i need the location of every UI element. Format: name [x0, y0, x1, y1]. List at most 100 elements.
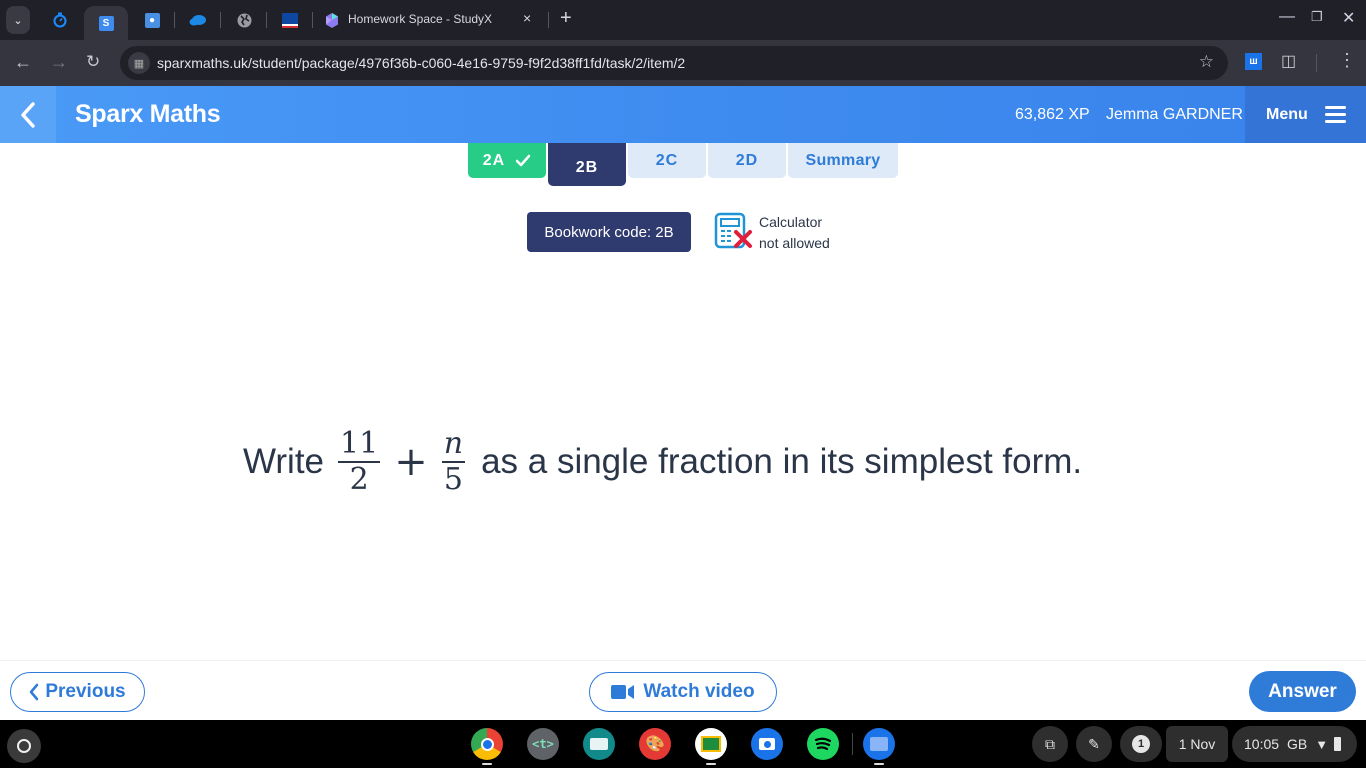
fraction-n-over-5: n 5: [441, 426, 466, 497]
launcher-circle-icon: [17, 739, 31, 753]
tab-sparx[interactable]: S: [84, 6, 128, 40]
close-window-icon[interactable]: ✕: [1342, 8, 1355, 28]
back-arrow-icon[interactable]: ←: [14, 52, 32, 73]
tab-2c[interactable]: 2C: [628, 143, 706, 178]
google-classroom-app-icon[interactable]: [695, 728, 727, 760]
calculator-label: Calculator: [759, 214, 823, 230]
question-footer: Previous Watch video Answer: [0, 660, 1366, 720]
close-tab-icon[interactable]: ×: [523, 10, 531, 26]
minimize-icon[interactable]: —: [1279, 8, 1295, 26]
address-bar[interactable]: ▦ sparxmaths.uk/student/package/4976f36b…: [120, 46, 1228, 80]
chevron-left-icon: [30, 683, 39, 701]
fraction-11-over-2: 11 2: [338, 427, 381, 497]
studyx-gem-icon: [326, 12, 338, 28]
files-app-icon[interactable]: [863, 728, 895, 760]
hamburger-icon: [1325, 106, 1346, 123]
tab-globe[interactable]: [232, 8, 256, 32]
tab-separator: [548, 12, 549, 28]
forward-arrow-icon[interactable]: →: [50, 52, 68, 73]
sparx-header: Sparx Maths 63,862 XP Jemma GARDNER Menu: [0, 86, 1366, 143]
extensions-puzzle-icon[interactable]: ◫: [1281, 51, 1296, 71]
tab-flag-site[interactable]: [278, 8, 302, 32]
sparx-s-icon: S: [98, 15, 114, 31]
video-camera-icon: [611, 685, 635, 699]
camera-app-icon[interactable]: [751, 728, 783, 760]
browser-tab-strip: ⌄ S ● Homework Space - StudyX × + — ❐ ✕: [0, 0, 1366, 40]
tab-2a[interactable]: 2A: [468, 143, 546, 178]
xp-count: 63,862 XP: [1015, 106, 1090, 123]
check-icon: [515, 154, 531, 167]
calculator-status: Calculator not allowed: [759, 212, 830, 254]
plus-operator: +: [394, 439, 428, 485]
bookmark-star-icon[interactable]: ☆: [1199, 52, 1214, 72]
bookwork-code-badge: Bookwork code: 2B: [527, 212, 691, 252]
date-text: 1 Nov: [1178, 736, 1216, 752]
toolbar-separator: [1316, 54, 1317, 72]
spotify-waves-icon: [814, 737, 832, 751]
tab-summary[interactable]: Summary: [788, 143, 898, 178]
new-tab-button[interactable]: +: [560, 7, 572, 30]
text-editor-app-icon[interactable]: <t>: [527, 728, 559, 760]
url-text[interactable]: sparxmaths.uk/student/package/4976f36b-c…: [157, 55, 685, 71]
previous-label: Previous: [45, 681, 126, 702]
running-indicator: [706, 763, 716, 765]
spotify-app-icon[interactable]: [807, 728, 839, 760]
stylus-tools-button[interactable]: ✎: [1076, 726, 1112, 762]
chevron-down-icon: ⌄: [13, 14, 23, 27]
calculator-status-text: not allowed: [759, 235, 830, 251]
menu-label: Menu: [1266, 106, 1308, 123]
watch-video-label: Watch video: [643, 681, 755, 702]
tab-separator: [174, 12, 175, 28]
system-tray-button[interactable]: 10:05 GB ▼: [1232, 726, 1357, 762]
holding-space-button[interactable]: ⧉: [1032, 726, 1068, 762]
os-shelf: <t> 🎨 ⧉ ✎ 1 1 Nov 10:05 GB ▼: [0, 720, 1366, 768]
previous-button[interactable]: Previous: [10, 672, 145, 712]
contact-icon: ●: [144, 12, 160, 28]
tab-2b[interactable]: 2B: [548, 143, 626, 186]
browser-toolbar: ← → ↻ ▦ sparxmaths.uk/student/package/49…: [0, 40, 1366, 86]
screencast-app-icon[interactable]: [583, 728, 615, 760]
tab-search-dropdown[interactable]: ⌄: [6, 6, 30, 34]
clock-time: 10:05: [1244, 736, 1280, 752]
calculator-not-allowed-icon: [714, 212, 752, 249]
question-suffix: as a single fraction in its simplest for…: [481, 442, 1083, 481]
back-button[interactable]: [0, 86, 56, 143]
running-indicator: [482, 763, 492, 765]
user-name: Jemma GARDNER: [1106, 106, 1243, 123]
answer-button[interactable]: Answer: [1249, 671, 1356, 712]
app-title: Sparx Maths: [75, 100, 221, 128]
watch-video-button[interactable]: Watch video: [589, 672, 777, 712]
calendar-date-button[interactable]: 1 Nov: [1166, 726, 1228, 762]
tab-separator: [266, 12, 267, 28]
chevron-left-icon: [21, 101, 35, 128]
menu-button[interactable]: Menu: [1245, 86, 1366, 143]
battery-icon: [1334, 737, 1342, 751]
tab-label: Summary: [805, 151, 881, 169]
tab-2d[interactable]: 2D: [708, 143, 786, 178]
cloud-icon: [189, 15, 206, 26]
canvas-paint-app-icon[interactable]: 🎨: [639, 728, 671, 760]
extension-icon[interactable]: ш: [1245, 53, 1262, 70]
site-info-icon[interactable]: ▦: [128, 52, 150, 74]
tab-studyx[interactable]: [320, 8, 344, 32]
reload-icon[interactable]: ↻: [86, 52, 100, 72]
tab-separator: [312, 12, 313, 28]
tab-label: 2D: [735, 151, 759, 169]
denominator: 5: [443, 462, 463, 497]
numerator: n: [443, 426, 464, 461]
tab-title[interactable]: Homework Space - StudyX: [348, 12, 492, 26]
tab-label: 2C: [655, 151, 679, 169]
tab-timer[interactable]: [48, 8, 72, 32]
launcher-button[interactable]: [7, 729, 41, 763]
globe-icon: [237, 13, 251, 27]
notification-button[interactable]: 1: [1120, 726, 1162, 762]
restore-icon[interactable]: ❐: [1311, 9, 1323, 25]
more-menu-icon[interactable]: ⋮: [1338, 50, 1356, 71]
wifi-icon: ▼: [1315, 736, 1329, 752]
denominator: 2: [349, 462, 369, 497]
holding-space-icon: ⧉: [1045, 735, 1055, 752]
chrome-app-icon[interactable]: [471, 728, 503, 760]
tab-onedrive[interactable]: [186, 8, 210, 32]
tab-separator: [220, 12, 221, 28]
tab-classroom-contacts[interactable]: ●: [140, 8, 164, 32]
